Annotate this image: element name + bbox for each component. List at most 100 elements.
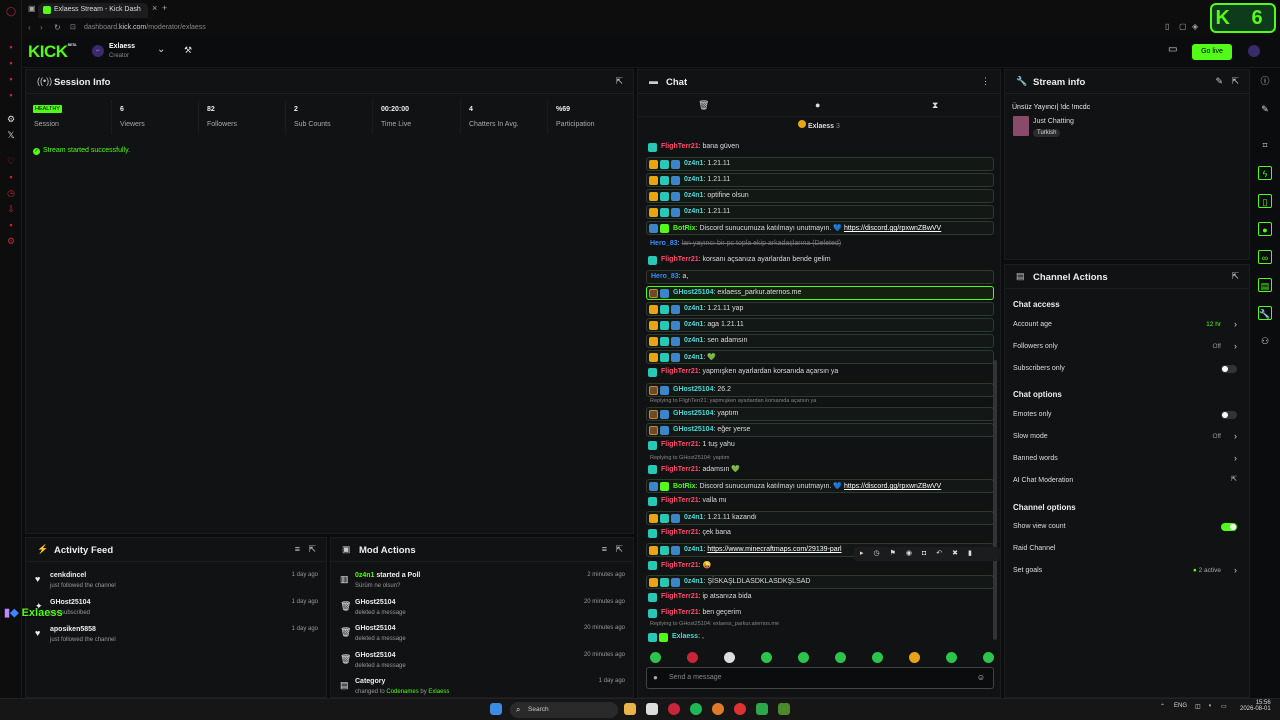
chat-username[interactable]: 0z4n1 — [684, 208, 703, 215]
minecraft-icon[interactable] — [778, 703, 790, 715]
subscribers-only-toggle[interactable] — [1221, 365, 1237, 373]
emote-icon[interactable] — [798, 652, 809, 663]
chat-username[interactable]: FlighTerr21 — [661, 562, 699, 569]
message-actions-toolbar[interactable]: ▸◷⚑◉◘↶✖▮ — [854, 547, 1000, 561]
chat-message[interactable]: FlighTerr21: adamsın 💚 — [646, 463, 994, 477]
network-icon[interactable]: ◫ — [1195, 703, 1201, 710]
file-explorer-icon[interactable] — [624, 703, 636, 715]
more-icon[interactable]: ⋮ — [981, 76, 990, 87]
sidebar-icon[interactable]: ▪ — [6, 58, 16, 68]
clock[interactable]: 15:56 2026-08-01 — [1240, 700, 1271, 712]
mod-user[interactable]: GHost25104 — [355, 599, 395, 606]
chat-username[interactable]: GHost25104 — [673, 426, 713, 433]
user-avatar[interactable] — [1248, 45, 1260, 57]
opera-icon[interactable] — [668, 703, 680, 715]
chat-link[interactable]: https://www.minecraftmaps.com/29139-parl — [707, 546, 841, 553]
chat-message[interactable]: 0z4n1: 💚 — [646, 350, 994, 364]
category-link[interactable]: Codenames — [386, 689, 418, 695]
trash-icon[interactable]: 🗑 — [698, 100, 709, 111]
settings-icon[interactable]: ⚙ — [6, 114, 16, 124]
chat-username[interactable]: 0z4n1 — [684, 160, 703, 167]
chat-link[interactable]: https://discord.gg/rpxwnZBwVV — [844, 483, 941, 490]
edit-icon[interactable]: ✎ — [1258, 102, 1272, 116]
forward-icon[interactable]: › — [40, 23, 43, 32]
edit-icon[interactable]: ✎ — [1215, 76, 1223, 87]
battery-icon[interactable]: ▭ — [1221, 703, 1227, 710]
chat-message[interactable]: 0z4n1: aga 1.21.11 — [646, 318, 994, 332]
chat-username[interactable]: Hero_83 — [651, 273, 679, 280]
chat-message[interactable]: Hero_83: a, — [646, 270, 994, 284]
filter-icon[interactable]: ≡ — [295, 544, 300, 554]
chat-message[interactable]: 0z4n1: optifine olsun — [646, 189, 994, 203]
kick-logo[interactable]: KICKBETA — [28, 42, 77, 62]
chat-message[interactable]: 0z4n1: 1.21.11 — [646, 205, 994, 219]
settings-icon[interactable]: ⚙ — [6, 236, 16, 246]
chat-message[interactable]: BotRix: Discord sunucumuza katılmayı unu… — [646, 479, 994, 493]
popout-icon[interactable]: ⇱ — [308, 544, 316, 555]
sidebar-icon[interactable]: ▪ — [6, 42, 16, 52]
emote-icon[interactable] — [650, 652, 661, 663]
chat-message[interactable]: FlighTerr21: yapmışken ayarlardan korsan… — [646, 366, 994, 380]
download-icon[interactable]: ⇩ — [6, 204, 16, 214]
hourglass-icon[interactable]: ⧗ — [932, 100, 938, 111]
chat-message[interactable]: GHost25104: yaptım — [646, 407, 994, 421]
chat-username[interactable]: 0z4n1 — [684, 354, 703, 361]
chat-username[interactable]: FlighTerr21 — [661, 368, 699, 375]
emote-icon[interactable] — [761, 652, 772, 663]
chat-link[interactable]: https://discord.gg/rpxwnZBwVV — [844, 225, 941, 232]
chat-username[interactable]: 0z4n1 — [684, 176, 703, 183]
store-icon[interactable] — [646, 703, 658, 715]
list-icon[interactable]: ▤ — [1258, 278, 1272, 292]
followers-only-row[interactable]: Followers only Off › — [1005, 337, 1249, 359]
emote-icon[interactable] — [724, 652, 735, 663]
chat-message[interactable]: FlighTerr21: 1 tuş yahu — [646, 439, 994, 453]
chat-message[interactable]: FlighTerr21: valla mı — [646, 495, 994, 509]
chat-username[interactable]: GHost25104 — [673, 386, 713, 393]
filter-icon[interactable]: ≡ — [602, 544, 607, 554]
chat-message[interactable]: FlighTerr21: ben geçerim — [646, 607, 994, 621]
feed-user[interactable]: cenkdincel — [50, 572, 86, 579]
chat-message[interactable]: FlighTerr21: korsanı açsanıza ayarlardan… — [646, 254, 994, 268]
set-goals-row[interactable]: Set goals ● 2 active › — [1005, 561, 1249, 583]
chat-message[interactable]: GHost25104: exlaess_parkur.aternos.me — [646, 286, 994, 300]
crop-icon[interactable]: ⌗ — [1258, 138, 1272, 152]
chat-username[interactable]: FlighTerr21 — [661, 497, 699, 504]
chat-username[interactable]: 0z4n1 — [684, 305, 703, 312]
link-icon[interactable]: ∞ — [1258, 250, 1272, 264]
emote-icon[interactable] — [909, 652, 920, 663]
excel-icon[interactable] — [756, 703, 768, 715]
emote-icon[interactable] — [835, 652, 846, 663]
go-live-button[interactable]: Go live — [1192, 44, 1232, 60]
mod-user[interactable]: GHost25104 — [355, 625, 395, 632]
shield-icon[interactable]: ◈ — [1192, 22, 1198, 31]
emote-icon[interactable] — [687, 652, 698, 663]
emoji-icon[interactable]: ☺ — [977, 673, 985, 682]
hammer-icon[interactable]: ⚒ — [184, 45, 192, 56]
chat-username[interactable]: BotRix — [673, 483, 696, 490]
tab-list-icon[interactable]: ▣ — [28, 4, 36, 13]
chat-username[interactable]: FlighTerr21 — [661, 529, 699, 536]
language-indicator[interactable]: ENG — [1174, 703, 1187, 709]
chat-input[interactable]: ● Send a message ☺ — [646, 667, 994, 689]
mod-user[interactable]: 0z4n1 — [355, 572, 374, 579]
account-age-row[interactable]: Account age 12 hr › — [1005, 315, 1249, 337]
avatar[interactable]: ⌐ — [92, 45, 104, 57]
chat-message[interactable]: 0z4n1: ŞİSKAŞLDLASDKLASDKŞLSAD — [646, 575, 994, 589]
chat-message[interactable]: 0z4n1: sen adamsın — [646, 334, 994, 348]
user-link[interactable]: Exlaess — [428, 689, 449, 695]
share-icon[interactable]: ⚇ — [1258, 334, 1272, 348]
bookmark-icon[interactable]: ▯ — [1165, 22, 1169, 31]
chat-username[interactable]: 0z4n1 — [684, 321, 703, 328]
sidebar-icon[interactable]: ▪ — [6, 74, 16, 84]
chat-message[interactable]: FlighTerr21: 😜 — [646, 559, 994, 573]
emote-icon[interactable] — [872, 652, 883, 663]
chat-message[interactable]: 0z4n1: 1.21.11 kazandı — [646, 511, 994, 525]
wrench-icon[interactable]: 🔧 — [1258, 306, 1272, 320]
chat-username[interactable]: GHost25104 — [673, 410, 713, 417]
emote-icon[interactable] — [946, 652, 957, 663]
message-icon[interactable]: ● — [815, 100, 820, 110]
chat-message[interactable]: FlighTerr21: çek bana — [646, 527, 994, 541]
opera-icon[interactable]: ◯ — [6, 6, 16, 16]
feed-user[interactable]: GHost25104 — [50, 599, 90, 606]
chat-username[interactable]: BotRix — [673, 225, 696, 232]
